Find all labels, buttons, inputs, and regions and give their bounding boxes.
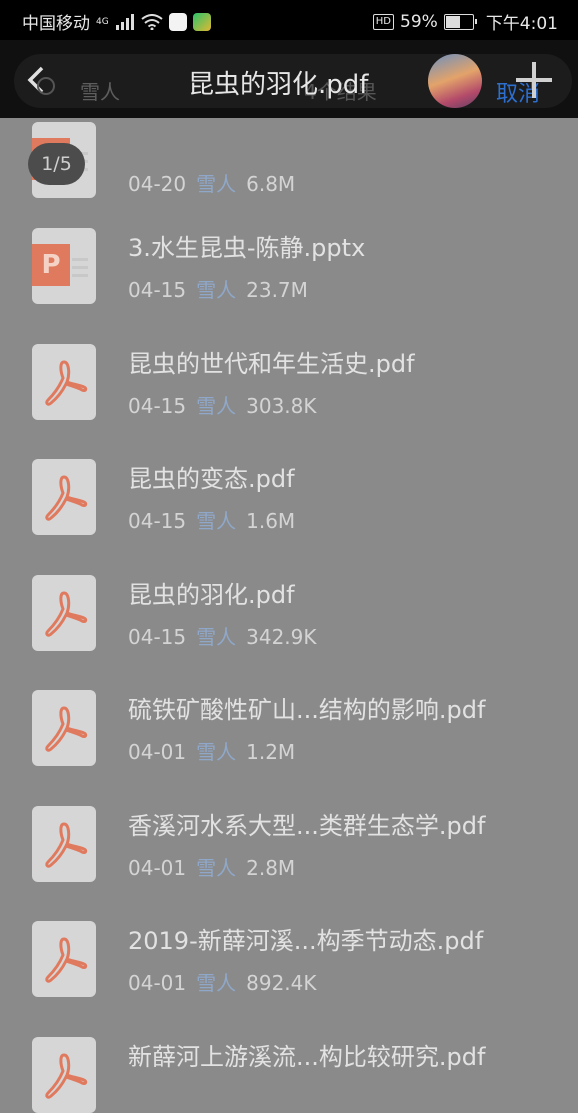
file-row[interactable]: P 3.水生昆虫-陈静.pptx 04-15 雪人 23.7M [0,140,578,304]
clock: 下午4:01 [485,14,558,34]
carrier-label: 中国移动 [22,14,90,34]
weibo-icon [168,12,187,31]
battery-percent: 59% [400,11,438,32]
page-counter: 1/5 [28,143,85,185]
file-row[interactable]: P04-20雪人6.8M [0,34,578,198]
battery-icon [443,13,477,30]
network-label: 4G [96,16,109,27]
wifi-icon [141,13,163,30]
battery-fill [445,15,460,28]
hd-icon: HD [372,13,395,30]
pdf-file-icon [32,1036,96,1113]
signal-icon [115,13,134,30]
file-row[interactable]: 硫铁矿酸性矿山...结构的影响.pdf 04-01 雪人 1.2M [0,602,578,766]
file-row[interactable]: 香溪河水系大型...类群生态学.pdf 04-01 雪人 2.8M [0,718,578,882]
file-row[interactable]: 昆虫的世代和年生活史.pdf 04-15 雪人 303.8K [0,256,578,420]
file-name: 新薛河上游溪流...构比较研究.pdf [128,1042,486,1071]
file-row[interactable]: 昆虫的羽化.pdf 04-15 雪人 342.9K [0,487,578,651]
video-app-icon [192,12,211,31]
file-row[interactable]: 昆虫的变态.pdf 04-15 雪人 1.6M [0,371,578,535]
file-row[interactable]: 2019-新薛河溪...构季节动态.pdf 04-01 雪人 892.4K [0,833,578,997]
file-row[interactable]: 新薛河上游溪流...构比较研究.pdf [0,949,578,1113]
